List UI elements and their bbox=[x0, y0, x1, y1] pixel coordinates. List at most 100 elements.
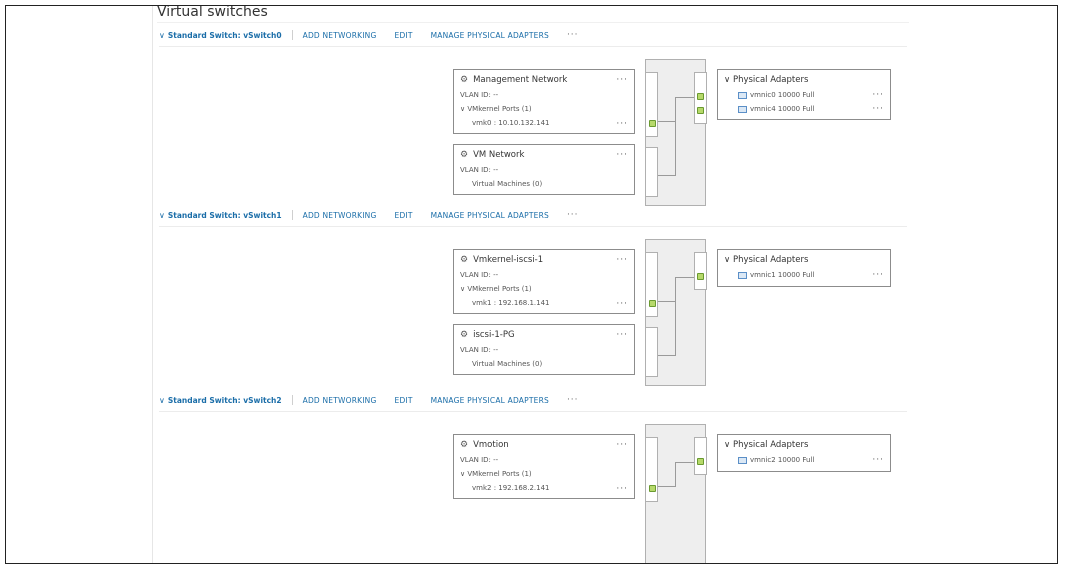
port-group-card-management-network[interactable]: ⚙ Management Network ··· VLAN ID: -- ∨ VM… bbox=[453, 69, 635, 134]
port-group-icon: ⚙ bbox=[460, 75, 469, 85]
port-group-more-icon[interactable]: ··· bbox=[616, 75, 628, 85]
port-group-more-icon[interactable]: ··· bbox=[616, 255, 628, 265]
switch-title[interactable]: Standard Switch: vSwitch2 bbox=[168, 396, 282, 405]
switch-diagram bbox=[645, 239, 707, 386]
switch-header-vswitch1: ∨ Standard Switch: vSwitch1 ADD NETWORKI… bbox=[159, 208, 579, 222]
more-actions-icon[interactable]: ··· bbox=[567, 395, 579, 405]
vmkernel-ports-label[interactable]: VMkernel Ports (1) bbox=[467, 470, 531, 478]
wire bbox=[675, 97, 694, 98]
port-group-card-vmotion[interactable]: ⚙ Vmotion ··· VLAN ID: -- ∨ VMkernel Port… bbox=[453, 434, 635, 499]
title-divider bbox=[157, 22, 909, 23]
manage-physical-adapters-button[interactable]: MANAGE PHYSICAL ADAPTERS bbox=[431, 211, 549, 220]
port-group-icon: ⚙ bbox=[460, 330, 469, 340]
virtual-machines-label: Virtual Machines (0) bbox=[472, 360, 543, 368]
virtual-machines-label: Virtual Machines (0) bbox=[472, 180, 543, 188]
add-networking-button[interactable]: ADD NETWORKING bbox=[303, 211, 377, 220]
adapter-more-icon[interactable]: ··· bbox=[872, 270, 884, 280]
edit-button[interactable]: EDIT bbox=[395, 31, 413, 40]
edit-button[interactable]: EDIT bbox=[395, 211, 413, 220]
physical-adapter[interactable]: vmnic1 10000 Full bbox=[750, 271, 814, 279]
collapse-chevron-icon[interactable]: ∨ bbox=[724, 75, 733, 85]
vlan-id: VLAN ID: -- bbox=[460, 271, 499, 279]
add-networking-button[interactable]: ADD NETWORKING bbox=[303, 31, 377, 40]
collapse-chevron-icon[interactable]: ∨ bbox=[159, 31, 165, 40]
switch-diagram bbox=[645, 424, 707, 563]
physical-adapter[interactable]: vmnic4 10000 Full bbox=[750, 105, 814, 113]
divider bbox=[291, 30, 293, 40]
port-group-name: Vmkernel-iscsi-1 bbox=[473, 255, 544, 265]
wire bbox=[675, 462, 676, 487]
collapse-chevron-icon[interactable]: ∨ bbox=[159, 211, 165, 220]
port-group-more-icon[interactable]: ··· bbox=[616, 150, 628, 160]
port-group-link bbox=[645, 147, 658, 197]
port-group-icon: ⚙ bbox=[460, 440, 469, 450]
vlan-id: VLAN ID: -- bbox=[460, 166, 499, 174]
port-group-icon: ⚙ bbox=[460, 255, 469, 265]
vmkernel-more-icon[interactable]: ··· bbox=[616, 119, 628, 129]
port-group-card-iscsi-1-pg[interactable]: ⚙ iscsi-1-PG ··· VLAN ID: -- Virtual Mach… bbox=[453, 324, 635, 375]
port-group-card-vmkernel-iscsi-1[interactable]: ⚙ Vmkernel-iscsi-1 ··· VLAN ID: -- ∨ VMke… bbox=[453, 249, 635, 314]
port-group-card-vm-network[interactable]: ⚙ VM Network ··· VLAN ID: -- Virtual Mach… bbox=[453, 144, 635, 195]
more-actions-icon[interactable]: ··· bbox=[567, 210, 579, 220]
switch-header-vswitch2: ∨ Standard Switch: vSwitch2 ADD NETWORKI… bbox=[159, 393, 579, 407]
vmkernel-port: vmk2 : 192.168.2.141 bbox=[472, 484, 550, 492]
wire bbox=[675, 462, 694, 463]
collapse-chevron-icon[interactable]: ∨ bbox=[159, 396, 165, 405]
physical-adapters-title: Physical Adapters bbox=[732, 440, 809, 450]
physical-adapters-card-vswitch0[interactable]: ∨ Physical Adapters vmnic0 10000 Full ··… bbox=[717, 69, 891, 120]
page-title: Virtual switches bbox=[157, 5, 268, 20]
wire bbox=[675, 277, 694, 278]
port-group-name: Vmotion bbox=[473, 440, 509, 450]
adapter-more-icon[interactable]: ··· bbox=[872, 455, 884, 465]
vmkernel-ports-label[interactable]: VMkernel Ports (1) bbox=[467, 285, 531, 293]
vmkernel-ports-label[interactable]: VMkernel Ports (1) bbox=[467, 105, 531, 113]
uplink-port-indicator bbox=[697, 458, 704, 465]
physical-adapter[interactable]: vmnic0 10000 Full bbox=[750, 91, 814, 99]
vmkernel-more-icon[interactable]: ··· bbox=[616, 484, 628, 494]
collapse-chevron-icon[interactable]: ∨ bbox=[724, 255, 733, 265]
collapse-chevron-icon[interactable]: ∨ bbox=[724, 440, 733, 450]
right-blank-area bbox=[913, 6, 1057, 563]
more-actions-icon[interactable]: ··· bbox=[567, 30, 579, 40]
uplink-port-indicator bbox=[697, 107, 704, 114]
port-group-name: Management Network bbox=[473, 75, 568, 85]
uplink-port-indicator bbox=[697, 273, 704, 280]
port-group-icon: ⚙ bbox=[460, 150, 469, 160]
nic-icon bbox=[738, 271, 747, 279]
vmkernel-port-indicator bbox=[649, 120, 656, 127]
physical-adapters-card-vswitch1[interactable]: ∨ Physical Adapters vmnic1 10000 Full ··… bbox=[717, 249, 891, 287]
virtual-switches-panel: Virtual switches ∨ Standard Switch: vSwi… bbox=[152, 6, 913, 563]
divider bbox=[291, 210, 293, 220]
wire bbox=[675, 97, 676, 176]
port-group-more-icon[interactable]: ··· bbox=[616, 330, 628, 340]
switch-title[interactable]: Standard Switch: vSwitch1 bbox=[168, 211, 282, 220]
add-networking-button[interactable]: ADD NETWORKING bbox=[303, 396, 377, 405]
vmkernel-port: vmk0 : 10.10.132.141 bbox=[472, 119, 550, 127]
uplink-port-indicator bbox=[697, 93, 704, 100]
port-group-more-icon[interactable]: ··· bbox=[616, 440, 628, 450]
nic-icon bbox=[738, 105, 747, 113]
physical-adapters-card-vswitch2[interactable]: ∨ Physical Adapters vmnic2 10000 Full ··… bbox=[717, 434, 891, 472]
port-group-link bbox=[645, 437, 658, 502]
wire bbox=[658, 355, 676, 356]
adapter-more-icon[interactable]: ··· bbox=[872, 104, 884, 114]
manage-physical-adapters-button[interactable]: MANAGE PHYSICAL ADAPTERS bbox=[431, 31, 549, 40]
edit-button[interactable]: EDIT bbox=[395, 396, 413, 405]
switch-title[interactable]: Standard Switch: vSwitch0 bbox=[168, 31, 282, 40]
adapter-more-icon[interactable]: ··· bbox=[872, 90, 884, 100]
wire bbox=[675, 277, 676, 356]
physical-adapters-title: Physical Adapters bbox=[732, 75, 809, 85]
switch-header-vswitch0: ∨ Standard Switch: vSwitch0 ADD NETWORKI… bbox=[159, 28, 579, 42]
port-group-link bbox=[645, 327, 658, 377]
physical-adapter[interactable]: vmnic2 10000 Full bbox=[750, 456, 814, 464]
uplink-link bbox=[694, 252, 707, 290]
nic-icon bbox=[738, 456, 747, 464]
vmkernel-port-indicator bbox=[649, 485, 656, 492]
port-group-link bbox=[645, 72, 658, 137]
wire bbox=[658, 121, 676, 122]
wire bbox=[658, 175, 676, 176]
manage-physical-adapters-button[interactable]: MANAGE PHYSICAL ADAPTERS bbox=[431, 396, 549, 405]
port-group-link bbox=[645, 252, 658, 317]
vmkernel-more-icon[interactable]: ··· bbox=[616, 299, 628, 309]
switch-divider bbox=[159, 411, 907, 412]
